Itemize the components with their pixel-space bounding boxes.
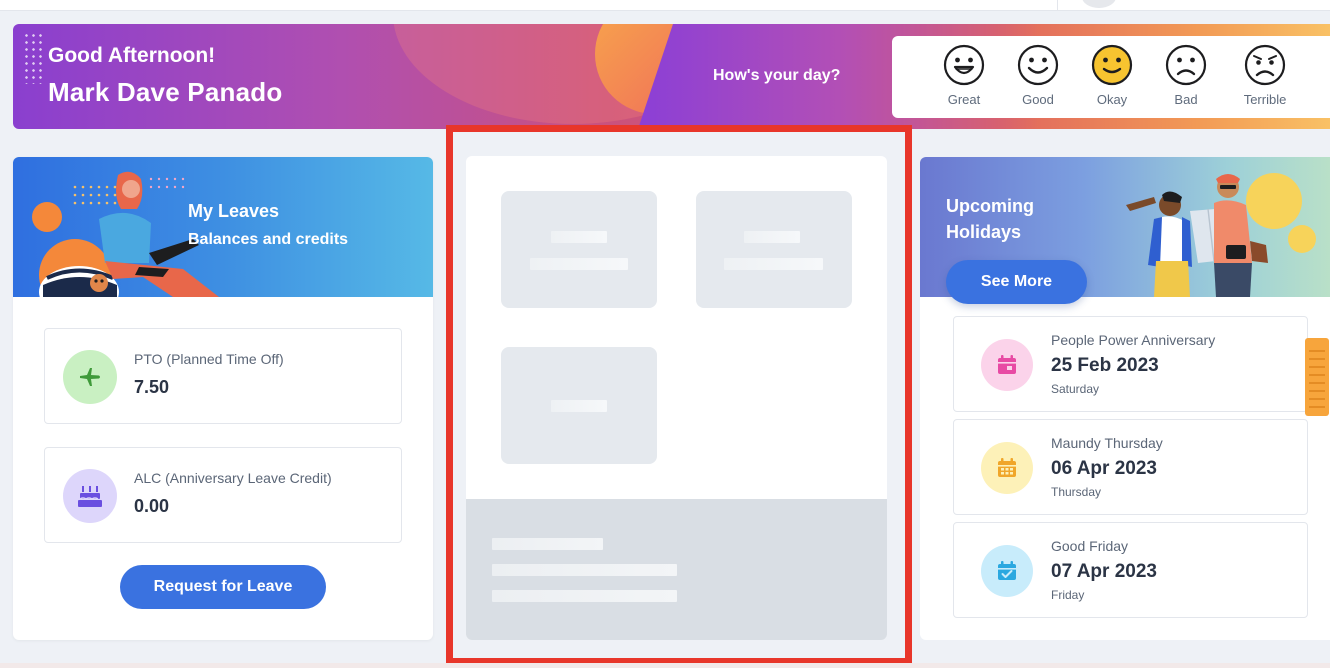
mood-label: Okay (1096, 92, 1128, 107)
mood-okay-button[interactable]: Okay (1077, 44, 1147, 107)
calendar-grid-icon (981, 442, 1033, 494)
mood-selector: Great Good Okay Bad Terrible (892, 36, 1330, 118)
holiday-item: Maundy Thursday 06 Apr 2023 Thursday (953, 419, 1308, 515)
mood-label: Good (1022, 92, 1054, 107)
skeleton-line (551, 231, 607, 243)
mood-great-button[interactable]: Great (929, 44, 999, 107)
leave-value: 7.50 (134, 377, 170, 397)
skeleton-tile (501, 191, 657, 308)
holiday-day: Friday (1051, 588, 1085, 602)
sad-face-icon (1165, 44, 1207, 86)
mood-good-button[interactable]: Good (1003, 44, 1073, 107)
calendar-check-icon (981, 545, 1033, 597)
mood-bad-button[interactable]: Bad (1151, 44, 1221, 107)
holiday-item: People Power Anniversary 25 Feb 2023 Sat… (953, 316, 1308, 412)
loading-skeleton-card (466, 156, 887, 640)
top-bar-divider (1057, 0, 1058, 11)
smile-face-icon (1017, 44, 1059, 86)
pto-balance: PTO (Planned Time Off) 7.50 (44, 328, 402, 424)
leave-label: ALC (Anniversary Leave Credit) (134, 470, 332, 486)
holiday-date: 06 Apr 2023 (1051, 458, 1157, 479)
greeting-salutation: Good Afternoon! (48, 44, 216, 67)
top-bar (0, 0, 1330, 11)
leaves-subtitle: Balances and credits (188, 231, 349, 248)
skeleton-tile (501, 347, 657, 464)
my-leaves-card: My Leaves Balances and credits PTO (Plan… (13, 157, 433, 640)
mood-label: Terrible (1243, 92, 1287, 107)
decorative-dots (23, 32, 43, 84)
leaves-title: My Leaves (188, 201, 280, 221)
airplane-icon (63, 350, 117, 404)
holiday-day: Saturday (1051, 382, 1100, 396)
mood-terrible-button[interactable]: Terrible (1230, 44, 1300, 107)
luggage-decoration (1305, 338, 1329, 416)
skeleton-tile (696, 191, 852, 308)
holiday-date: 25 Feb 2023 (1051, 355, 1159, 376)
skeleton-line (551, 400, 607, 412)
alc-balance: ALC (Anniversary Leave Credit) 0.00 (44, 447, 402, 543)
skeleton-line (492, 538, 603, 550)
holiday-day: Thursday (1051, 485, 1102, 499)
leave-value: 0.00 (134, 496, 170, 516)
leave-label: PTO (Planned Time Off) (134, 351, 284, 367)
mood-label: Bad (1174, 92, 1198, 107)
skeleton-line (492, 564, 677, 576)
holidays-title: Upcoming Holidays (946, 196, 1034, 242)
mood-prompt: How's your day? (713, 67, 841, 84)
grin-face-icon (943, 44, 985, 86)
mood-label: Great (947, 92, 981, 107)
holiday-date: 07 Apr 2023 (1051, 561, 1157, 582)
user-name: Mark Dave Panado (48, 77, 283, 107)
leaves-hero: My Leaves Balances and credits (13, 157, 433, 297)
person-laptop-illustration (32, 171, 219, 297)
travelers-illustration (1126, 173, 1316, 297)
upcoming-holidays-card: Upcoming Holidays See More People Power … (920, 157, 1330, 640)
holiday-name: Good Friday (1051, 538, 1129, 554)
skeleton-line (530, 258, 628, 270)
request-leave-button[interactable]: Request for Leave (120, 565, 326, 609)
cake-icon (63, 469, 117, 523)
skeleton-line (724, 258, 823, 270)
holiday-name: Maundy Thursday (1051, 435, 1163, 451)
skeleton-line (744, 231, 800, 243)
holiday-item: Good Friday 07 Apr 2023 Friday (953, 522, 1308, 618)
terrible-face-icon (1244, 44, 1286, 86)
skeleton-footer (466, 499, 887, 640)
calendar-icon (981, 339, 1033, 391)
avatar[interactable] (1082, 0, 1116, 8)
skeleton-line (492, 590, 677, 602)
holiday-name: People Power Anniversary (1051, 332, 1216, 348)
bottom-strip (0, 663, 1330, 668)
okay-face-icon (1091, 44, 1133, 86)
see-more-button[interactable]: See More (946, 260, 1087, 304)
